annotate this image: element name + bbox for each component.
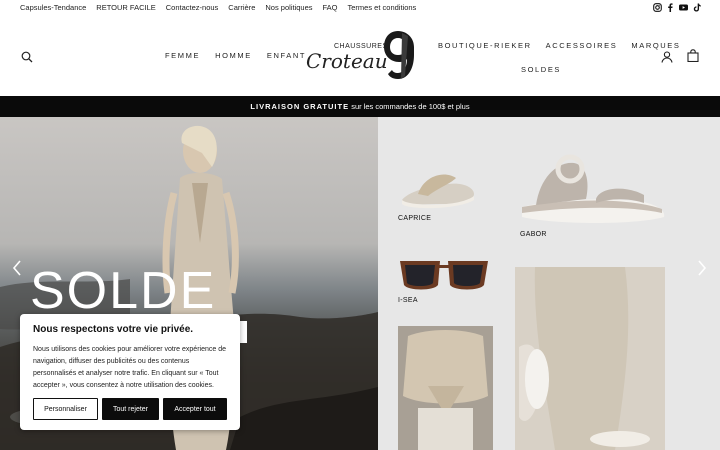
cookie-accept-button[interactable]: Accepter tout (163, 398, 227, 420)
main-nav-left: FEMME HOMME ENFANT (165, 51, 306, 60)
nav-item-boutique-rieker[interactable]: BOUTIQUE-RIEKER (438, 41, 532, 50)
social-links (653, 3, 701, 12)
logo-script-text: Croteau (306, 49, 388, 73)
i-sea-sunglasses-image (400, 261, 488, 290)
nav-item-homme[interactable]: HOMME (215, 51, 252, 60)
caprice-sandal-image (402, 174, 474, 209)
logo-nine-mark (384, 31, 414, 79)
pants-sandal-image (515, 267, 665, 450)
user-icon[interactable] (661, 50, 673, 63)
announcement-bold: LIVRAISON GRATUITE (250, 102, 350, 111)
utility-link-contact[interactable]: Contactez-nous (166, 3, 219, 12)
search-icon[interactable] (21, 50, 33, 63)
announcement-bar: LIVRAISON GRATUITE sur les commandes de … (0, 96, 720, 117)
carousel-next-icon[interactable] (697, 260, 707, 276)
product-label-caprice: CAPRICE (398, 215, 432, 222)
cookie-actions: Personnaliser Tout rejeter Accepter tout (33, 398, 227, 420)
top-outfit-image (398, 326, 493, 450)
nav-item-accessoires[interactable]: ACCESSOIRES (546, 41, 618, 50)
cookie-customize-button[interactable]: Personnaliser (33, 398, 98, 420)
gabor-sandal-image (522, 154, 665, 223)
hero-products-panel: CAPRICE GABOR I-SEA (378, 117, 720, 450)
hero-headline: SOLDE (30, 262, 217, 320)
utility-bar: Capsules-Tendance RETOUR FACILE Contacte… (0, 0, 720, 16)
nav-item-femme[interactable]: FEMME (165, 51, 200, 60)
utility-link-politiques[interactable]: Nos politiques (265, 3, 312, 12)
nav-item-enfant[interactable]: ENFANT (267, 51, 306, 60)
site-header: FEMME HOMME ENFANT CHAUSSURES Croteau BO… (0, 16, 720, 96)
cart-icon[interactable] (687, 49, 699, 63)
youtube-icon[interactable] (679, 3, 688, 12)
announcement-text: sur les commandes de 100$ et plus (349, 102, 470, 111)
utility-link-capsules[interactable]: Capsules-Tendance (20, 3, 86, 12)
utility-link-faq[interactable]: FAQ (323, 3, 338, 12)
tiktok-icon[interactable] (692, 3, 701, 12)
cookie-title: Nous respectons votre vie privée. (33, 324, 194, 335)
site-logo[interactable]: CHAUSSURES Croteau (304, 29, 416, 84)
instagram-icon[interactable] (653, 3, 662, 12)
utility-link-carriere[interactable]: Carrière (228, 3, 255, 12)
cookie-consent-banner: Nous respectons votre vie privée. Nous u… (20, 314, 240, 430)
nav-item-marques[interactable]: MARQUES (631, 41, 680, 50)
main-nav-right: BOUTIQUE-RIEKER ACCESSOIRES MARQUES SOLD… (438, 41, 679, 74)
utility-link-retour[interactable]: RETOUR FACILE (96, 3, 155, 12)
utility-links: Capsules-Tendance RETOUR FACILE Contacte… (20, 3, 416, 12)
nav-item-soldes[interactable]: SOLDES (521, 65, 561, 74)
cookie-reject-button[interactable]: Tout rejeter (102, 398, 159, 420)
product-label-gabor: GABOR (520, 231, 547, 238)
product-label-i-sea: I-SEA (398, 297, 418, 304)
carousel-prev-icon[interactable] (12, 260, 22, 276)
cookie-body: Nous utilisons des cookies pour améliore… (33, 346, 226, 389)
facebook-icon[interactable] (666, 3, 675, 12)
utility-link-termes[interactable]: Termes et conditions (348, 3, 417, 12)
